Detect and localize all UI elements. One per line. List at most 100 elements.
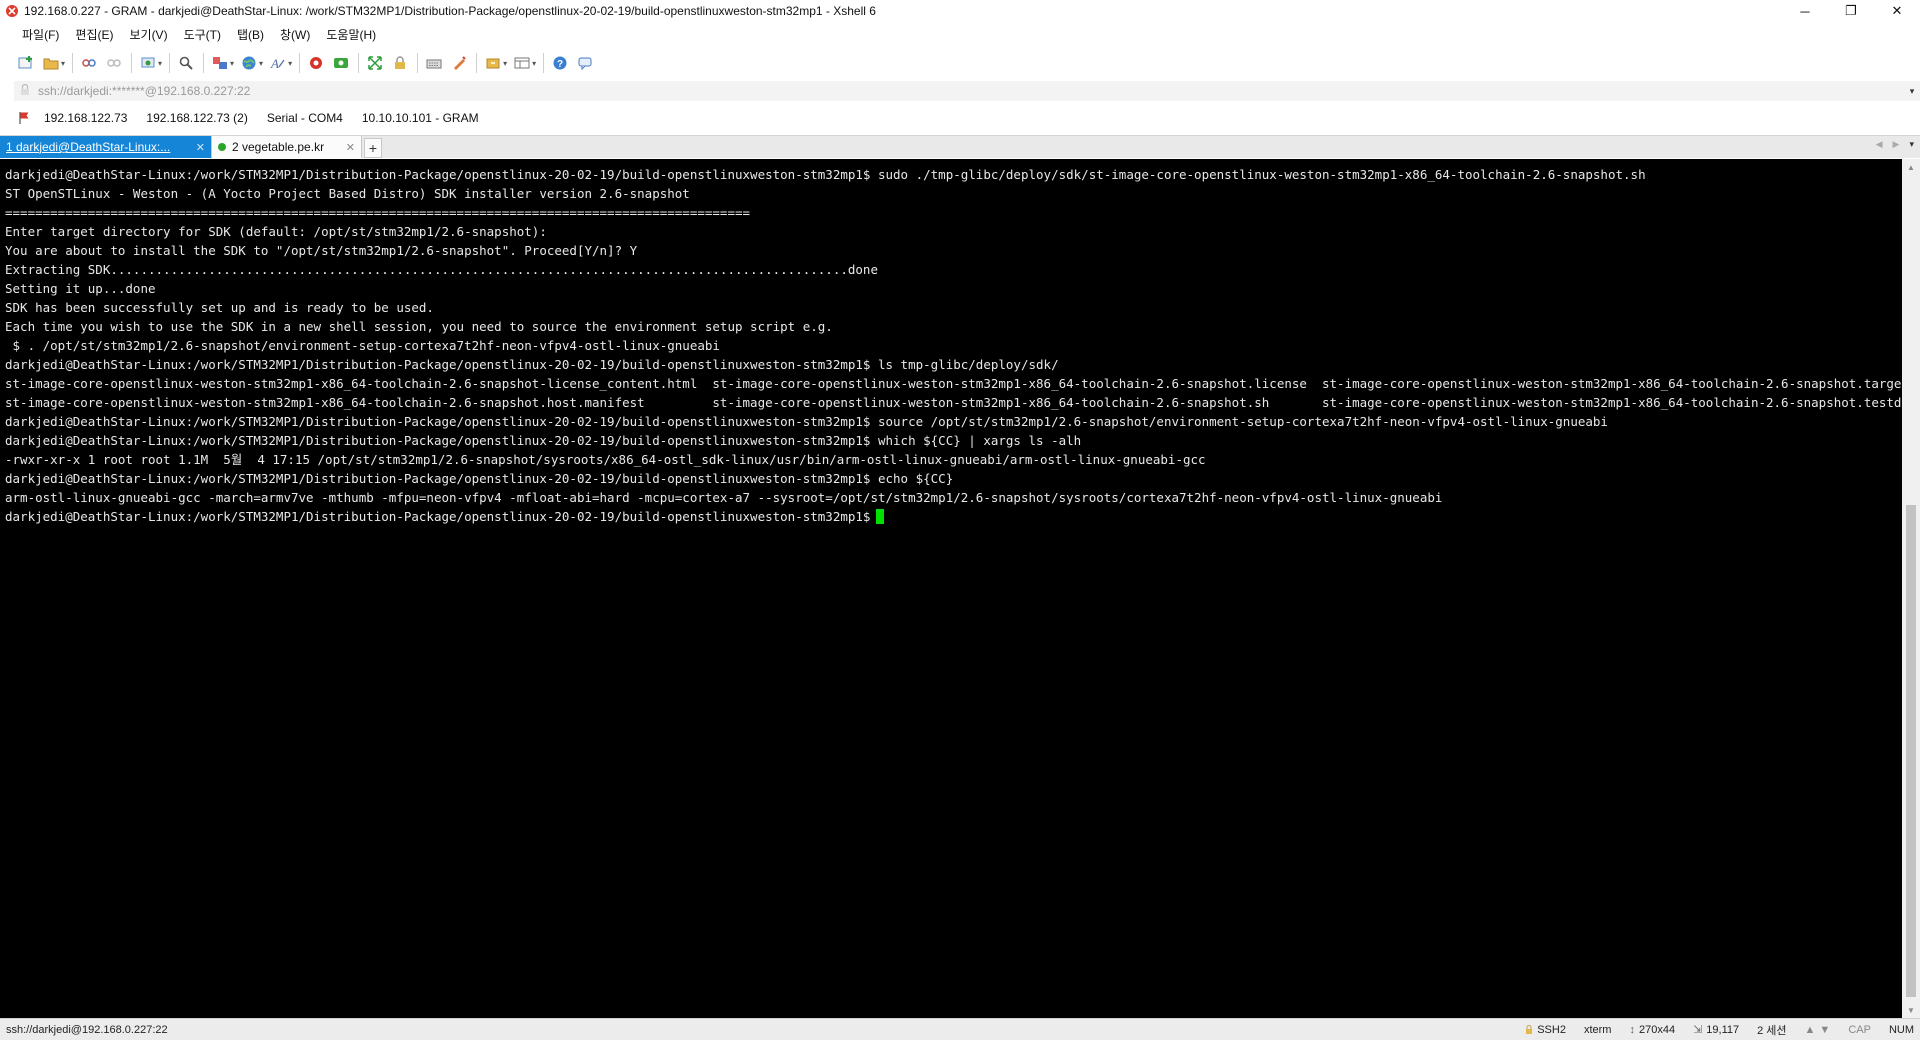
- terminal-size: ↕ 270x44: [1629, 1024, 1675, 1036]
- script-icon[interactable]: [447, 52, 471, 74]
- session-count: 2 세션: [1757, 1024, 1787, 1037]
- menu-edit[interactable]: 편집(E): [67, 25, 121, 45]
- lock-icon: [20, 83, 30, 99]
- transfer-icon[interactable]: [208, 52, 232, 74]
- reconnect-icon[interactable]: [136, 52, 160, 74]
- arrow-down-icon[interactable]: ▼: [1819, 1024, 1830, 1036]
- terminal-line: darkjedi@DeathStar-Linux:/work/STM32MP1/…: [5, 414, 1608, 429]
- tab-navigation: ◀ ▶ ▾: [1876, 139, 1914, 150]
- terminal-line: SDK has been successfully set up and is …: [5, 300, 434, 315]
- chevron-down-icon[interactable]: ▾: [288, 59, 292, 68]
- menu-tools[interactable]: 도구(T): [176, 25, 229, 45]
- new-tab-button[interactable]: +: [364, 138, 382, 158]
- chevron-down-icon[interactable]: ▾: [61, 59, 65, 68]
- terminal-line: darkjedi@DeathStar-Linux:/work/STM32MP1/…: [5, 167, 1646, 182]
- terminal-line: $ . /opt/st/stm32mp1/2.6-snapshot/enviro…: [5, 338, 720, 353]
- font-icon[interactable]: A: [266, 52, 290, 74]
- chevron-down-icon[interactable]: ▾: [503, 59, 507, 68]
- chevron-down-icon[interactable]: ▾: [230, 59, 234, 68]
- tab-session-2[interactable]: 2 vegetable.pe.kr ✕: [212, 136, 362, 158]
- toolbar-divider: [476, 53, 478, 73]
- tab-next-icon[interactable]: ▶: [1893, 139, 1900, 150]
- chevron-down-icon[interactable]: ▾: [259, 59, 263, 68]
- layout-icon[interactable]: [510, 52, 534, 74]
- tab-session-1[interactable]: 1 darkjedi@DeathStar-Linux:... ✕: [0, 136, 212, 158]
- menu-view[interactable]: 보기(V): [121, 25, 175, 45]
- address-dropdown-icon[interactable]: ▾: [1904, 86, 1920, 97]
- keyboard-icon[interactable]: [422, 52, 446, 74]
- minimize-button[interactable]: ─: [1782, 0, 1828, 22]
- toolbar: ▾ ▾ ▾ ▾ A ▾ ▾ ▾ ?: [0, 48, 1920, 78]
- terminal-line: st-image-core-openstlinux-weston-stm32mp…: [5, 376, 1902, 391]
- arrow-up-icon[interactable]: ▲: [1805, 1024, 1816, 1036]
- status-right: SSH2 xterm ↕ 270x44 ⇲ 19,117 2 세션 ▲ ▼ CA…: [1525, 1019, 1914, 1040]
- cursor-position: ⇲ 19,117: [1693, 1023, 1740, 1037]
- terminal-line: Enter target directory for SDK (default:…: [5, 224, 547, 239]
- terminal-line: Extracting SDK..........................…: [5, 262, 878, 277]
- chat-icon[interactable]: [573, 52, 597, 74]
- terminal-prompt: darkjedi@DeathStar-Linux:/work/STM32MP1/…: [5, 509, 871, 524]
- term-type: xterm: [1583, 1023, 1612, 1036]
- scroll-down-icon[interactable]: ▼: [1902, 1002, 1920, 1018]
- terminal-scrollbar[interactable]: ▲ ▼: [1902, 159, 1920, 1018]
- menu-file[interactable]: 파일(F): [14, 25, 67, 45]
- new-session-icon[interactable]: [14, 52, 38, 74]
- terminal-line: darkjedi@DeathStar-Linux:/work/STM32MP1/…: [5, 433, 1082, 448]
- resize-icon: ↕: [1629, 1023, 1635, 1036]
- status-bar: ssh://darkjedi@192.168.0.227:22 SSH2 xte…: [0, 1018, 1920, 1040]
- close-icon[interactable]: ✕: [196, 141, 205, 154]
- open-folder-icon[interactable]: [39, 52, 63, 74]
- caps-indicator: CAP: [1848, 1023, 1871, 1036]
- svg-text:?: ?: [557, 59, 563, 70]
- close-icon[interactable]: ✕: [346, 141, 355, 154]
- toolbar-divider: [72, 53, 74, 73]
- xmanager-icon[interactable]: [329, 52, 353, 74]
- globe-icon[interactable]: [237, 52, 261, 74]
- toolbar-divider: [203, 53, 205, 73]
- terminal-line: darkjedi@DeathStar-Linux:/work/STM32MP1/…: [5, 357, 1059, 372]
- menu-tab[interactable]: 탭(B): [229, 25, 272, 45]
- terminal-line: Each time you wish to use the SDK in a n…: [5, 319, 833, 334]
- menu-help[interactable]: 도움말(H): [318, 25, 384, 45]
- xftp-icon[interactable]: [304, 52, 328, 74]
- link-192-168-122-73[interactable]: 192.168.122.73: [44, 111, 127, 125]
- status-dot-icon: [218, 143, 226, 151]
- help-icon[interactable]: ?: [548, 52, 572, 74]
- terminal-output[interactable]: darkjedi@DeathStar-Linux:/work/STM32MP1/…: [0, 159, 1902, 1018]
- title-bar: 192.168.0.227 - GRAM - darkjedi@DeathSta…: [0, 0, 1920, 22]
- close-button[interactable]: ✕: [1874, 0, 1920, 22]
- flag-icon[interactable]: [18, 111, 30, 125]
- fullscreen-icon[interactable]: [363, 52, 387, 74]
- menu-window[interactable]: 창(W): [272, 25, 318, 45]
- find-icon[interactable]: [174, 52, 198, 74]
- toolbar-divider: [417, 53, 419, 73]
- lock-icon: [1526, 1024, 1533, 1034]
- address-input[interactable]: ssh://darkjedi:*******@192.168.0.227:22: [38, 84, 1904, 98]
- lock-icon[interactable]: [388, 52, 412, 74]
- terminal-line: st-image-core-openstlinux-weston-stm32mp…: [5, 395, 1902, 410]
- tab-list-icon[interactable]: ▾: [1909, 139, 1914, 150]
- terminal-line: -rwxr-xr-x 1 root root 1.1M 5월 4 17:15 /…: [5, 452, 1206, 467]
- chevron-down-icon[interactable]: ▾: [158, 59, 162, 68]
- link-gram[interactable]: 10.10.10.101 - GRAM: [362, 111, 479, 125]
- cursor-position-label: 19,117: [1706, 1023, 1740, 1036]
- terminal-line: Setting it up...done: [5, 281, 156, 296]
- tab-prev-icon[interactable]: ◀: [1876, 139, 1883, 150]
- scrollbar-thumb[interactable]: [1906, 505, 1916, 997]
- restore-button[interactable]: ❐: [1828, 0, 1874, 22]
- toolbar-divider: [358, 53, 360, 73]
- link-192-168-122-73-2[interactable]: 192.168.122.73 (2): [146, 111, 247, 125]
- scroll-up-icon[interactable]: ▲: [1902, 159, 1920, 175]
- tab-label: 1 darkjedi@DeathStar-Linux:...: [6, 140, 171, 154]
- xshell-app-icon[interactable]: [4, 3, 20, 19]
- protocol-label: SSH2: [1537, 1023, 1566, 1036]
- num-indicator: NUM: [1888, 1023, 1914, 1036]
- unlink-icon[interactable]: [102, 52, 126, 74]
- terminal-line: arm-ostl-linux-gnueabi-gcc -march=armv7v…: [5, 490, 1443, 505]
- link-icon[interactable]: [77, 52, 101, 74]
- toolbar-divider: [543, 53, 545, 73]
- terminal-line: You are about to install the SDK to "/op…: [5, 243, 638, 258]
- compose-icon[interactable]: [481, 52, 505, 74]
- link-serial-com4[interactable]: Serial - COM4: [267, 111, 343, 125]
- chevron-down-icon[interactable]: ▾: [532, 59, 536, 68]
